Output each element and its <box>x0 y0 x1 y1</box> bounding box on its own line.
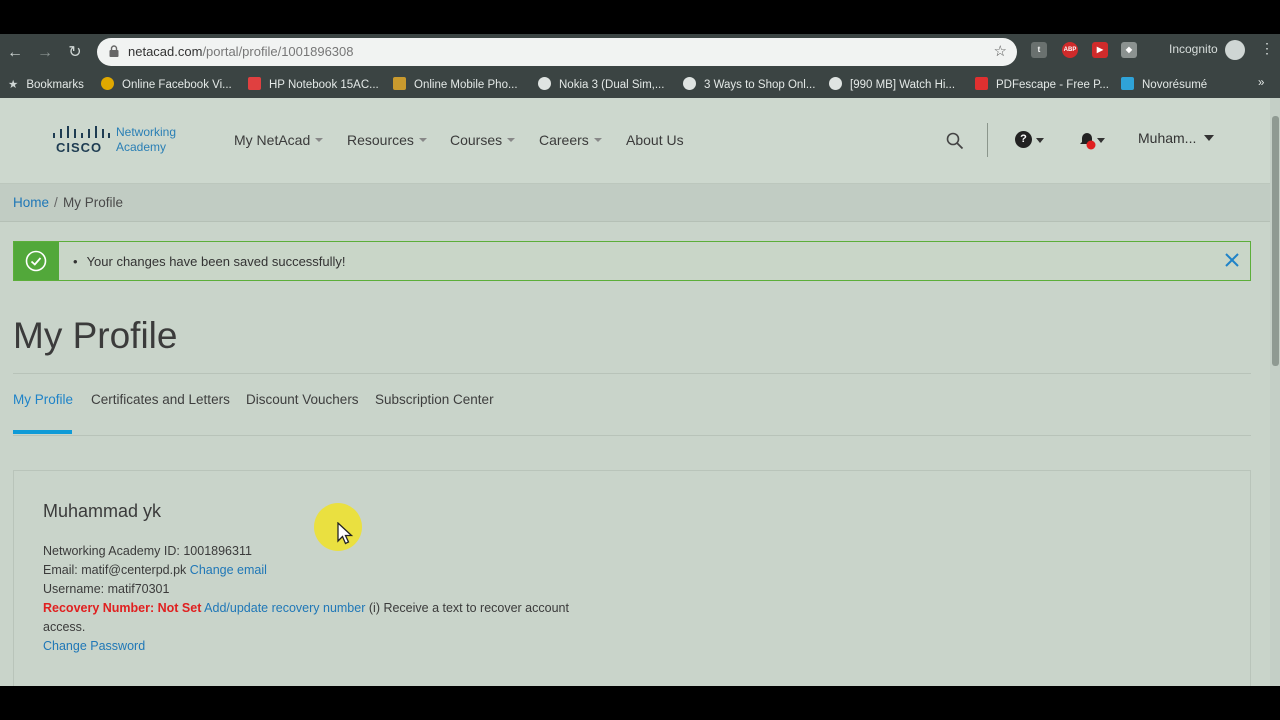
shield-icon[interactable]: ◆ <box>1121 42 1137 58</box>
more-bookmarks-button[interactable]: » <box>1258 77 1264 89</box>
user-menu-button[interactable]: Muham... <box>1138 130 1215 146</box>
address-bar[interactable]: netacad.com/portal/profile/1001896308 ☆ <box>97 38 1017 66</box>
nav-careers[interactable]: Careers <box>539 132 602 148</box>
incognito-icon[interactable] <box>1225 40 1245 60</box>
active-tab-indicator <box>13 430 72 434</box>
tab-my-profile[interactable]: My Profile <box>13 392 73 407</box>
nav-my-netacad[interactable]: My NetAcad <box>234 132 324 148</box>
breadcrumb-current: My Profile <box>63 195 124 210</box>
recovery-status: Recovery Number: Not Set <box>43 601 202 615</box>
username: Username: matif70301 <box>43 582 170 596</box>
recovery-info: (i) Receive a text to recover account <box>368 601 569 615</box>
globe-icon <box>101 77 114 90</box>
recovery-info-continued: access. <box>43 620 86 634</box>
star-icon: ★ <box>8 79 19 91</box>
tab-certificates[interactable]: Certificates and Letters <box>91 392 230 407</box>
bookmark-item[interactable]: Novorésumé <box>1121 77 1207 91</box>
bookmark-item[interactable]: ★ Bookmarks <box>8 77 84 91</box>
chevron-down-icon <box>1097 138 1105 143</box>
search-icon[interactable] <box>946 132 964 150</box>
nav-resources[interactable]: Resources <box>347 132 427 148</box>
reload-icon[interactable]: ↻ <box>64 42 86 64</box>
chevron-down-icon <box>507 138 516 142</box>
alert-message: • Your changes have been saved successful… <box>73 254 346 269</box>
header-divider <box>987 123 988 157</box>
scroll-thumb[interactable] <box>1272 116 1279 366</box>
bookmark-item[interactable]: Online Facebook Vi... <box>101 77 232 91</box>
bookmark-item[interactable]: Nokia 3 (Dual Sim,... <box>538 77 664 91</box>
bookmark-item[interactable]: Online Mobile Pho... <box>393 77 518 91</box>
phone-icon <box>393 77 406 90</box>
n-icon <box>1121 77 1134 90</box>
breadcrumb-home[interactable]: Home <box>13 195 49 210</box>
academy-id: Networking Academy ID: 1001896311 <box>43 544 252 558</box>
site-icon <box>683 77 696 90</box>
bookmark-item[interactable]: PDFescape - Free P... <box>975 77 1109 91</box>
web-page: CISCO Networking Academy My NetAcad Resou… <box>0 98 1270 686</box>
incognito-label: Incognito <box>1169 42 1218 56</box>
logo-wordmark: CISCO <box>56 140 103 155</box>
scrollbar[interactable] <box>1270 98 1280 686</box>
chevron-down-icon <box>1036 138 1044 143</box>
tab-discount-vouchers[interactable]: Discount Vouchers <box>246 392 359 407</box>
adblock-icon[interactable]: ABP <box>1062 42 1078 58</box>
change-email-link[interactable]: Change email <box>190 563 267 577</box>
browser-menu-icon[interactable]: ⋮ <box>1260 40 1274 57</box>
bookmark-item[interactable]: 3 Ways to Shop Onl... <box>683 77 815 91</box>
bookmark-item[interactable]: HP Notebook 15AC... <box>248 77 379 91</box>
mouse-pointer-icon <box>337 522 354 545</box>
tab-subscription-center[interactable]: Subscription Center <box>375 392 494 407</box>
chevron-down-icon <box>315 138 324 142</box>
cisco-logo[interactable]: CISCO Networking Academy <box>52 125 182 159</box>
bookmarks-bar: ★ Bookmarks Online Facebook Vi... HP Note… <box>0 70 1280 98</box>
close-icon[interactable] <box>1224 252 1240 268</box>
recovery-row: Recovery Number: Not Set Add/update reco… <box>43 601 569 615</box>
screen: ← → ↻ netacad.com/portal/profile/1001896… <box>0 0 1280 720</box>
success-badge <box>14 242 59 280</box>
divider <box>13 435 1251 436</box>
cisco-bars-icon <box>53 126 110 138</box>
lock-icon <box>109 45 119 57</box>
success-alert: • Your changes have been saved successful… <box>13 241 1251 281</box>
browser-toolbar: ← → ↻ netacad.com/portal/profile/1001896… <box>0 34 1280 98</box>
play-icon <box>829 77 842 90</box>
check-circle-icon <box>25 250 47 272</box>
back-icon[interactable]: ← <box>4 42 26 64</box>
profile-card: Muhammad yk Networking Academy ID: 10018… <box>13 470 1251 686</box>
chevron-down-icon <box>1204 135 1215 141</box>
page-title: My Profile <box>13 315 178 356</box>
email-row: Email: matif@centerpd.pk Change email <box>43 563 267 577</box>
ribbon-icon <box>248 77 261 90</box>
bookmark-item[interactable]: [990 MB] Watch Hi... <box>829 77 955 91</box>
help-icon[interactable]: ? <box>1015 131 1032 148</box>
bookmark-star-icon[interactable]: ☆ <box>994 42 1007 60</box>
email-value: Email: matif@centerpd.pk <box>43 563 187 577</box>
breadcrumb: Home / My Profile <box>0 184 1270 222</box>
logo-subtitle: Networking Academy <box>116 125 177 154</box>
forward-icon[interactable]: → <box>34 42 56 64</box>
breadcrumb-separator: / <box>54 195 58 210</box>
notification-bell-icon[interactable] <box>1077 131 1097 151</box>
chevron-down-icon <box>593 138 602 142</box>
nav-courses[interactable]: Courses <box>450 132 516 148</box>
site-icon <box>538 77 551 90</box>
chevron-down-icon <box>418 138 427 142</box>
divider <box>13 373 1251 374</box>
site-header: CISCO Networking Academy My NetAcad Resou… <box>0 98 1270 184</box>
extension-icon[interactable]: t <box>1031 42 1047 58</box>
url-text: netacad.com/portal/profile/1001896308 <box>128 44 354 59</box>
video-extension-icon[interactable]: ▶ <box>1092 42 1108 58</box>
update-recovery-link[interactable]: Add/update recovery number <box>204 601 365 615</box>
nav-about-us[interactable]: About Us <box>626 132 684 148</box>
profile-name: Muhammad yk <box>43 501 162 521</box>
change-password-link[interactable]: Change Password <box>43 639 145 653</box>
pdf-icon <box>975 77 988 90</box>
